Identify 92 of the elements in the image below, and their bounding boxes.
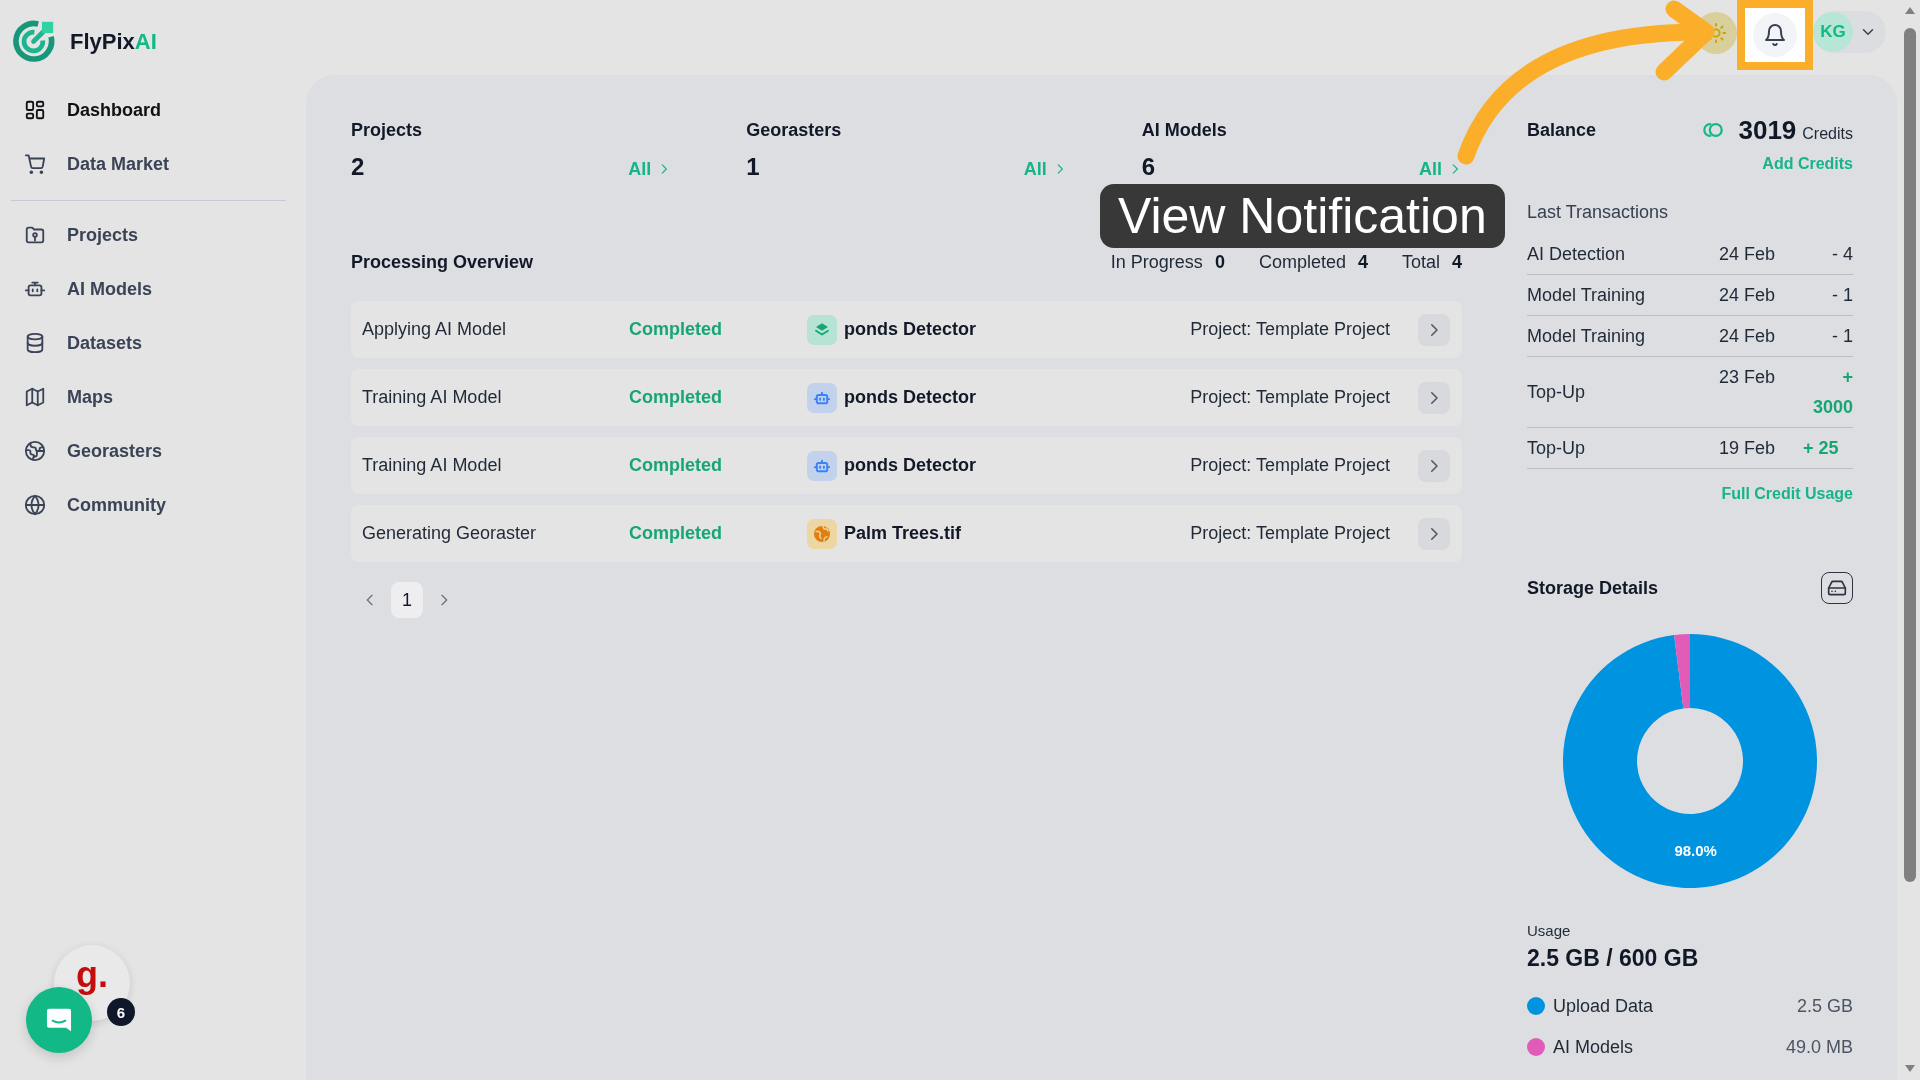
earth-icon [24, 440, 46, 462]
transaction-name: Model Training [1527, 284, 1647, 307]
stat-value: 2 [351, 153, 365, 181]
stat-label: Georasters [746, 119, 843, 141]
item-name: ponds Detector [844, 455, 976, 476]
scroll-down-icon [1904, 1064, 1916, 1074]
open-row-button[interactable] [1418, 449, 1450, 482]
cart-icon [24, 153, 46, 175]
notification-count-badge: 6 [107, 998, 135, 1026]
counter-label: Total [1401, 251, 1440, 273]
project-name: Project: Template Project [1190, 387, 1390, 408]
project-name: Project: Template Project [1190, 319, 1390, 340]
sidebar-item[interactable]: Datasets [11, 316, 286, 370]
robot-icon [807, 450, 837, 481]
task-name: Training AI Model [362, 387, 503, 408]
slice-label: 98.0% [1674, 841, 1717, 859]
robot-icon [807, 382, 837, 413]
sidebar-item[interactable]: Data Market [11, 137, 286, 191]
counter-label: In Progress [1110, 251, 1203, 273]
task-name: Applying AI Model [362, 319, 508, 340]
globe-icon [24, 494, 46, 516]
user-avatar: KG [1813, 12, 1853, 52]
storage-button[interactable] [1821, 572, 1853, 604]
project-name: Project: Template Project [1190, 523, 1390, 544]
tooltip: View Notification [1100, 184, 1505, 248]
transaction-date: 23 Feb [1719, 366, 1777, 389]
section-title: Balance [1527, 119, 1597, 141]
sidebar-item[interactable]: AI Models [11, 262, 286, 316]
transaction-date: 24 Feb [1719, 284, 1777, 307]
sidebar-item[interactable]: Maps [11, 370, 286, 424]
transaction-amount: - 1 [1831, 325, 1853, 348]
sidebar-item[interactable]: Projects [11, 208, 286, 262]
status-label: Completed [629, 455, 723, 476]
open-row-button[interactable] [1418, 517, 1450, 550]
transaction-date: 19 Feb [1719, 437, 1777, 460]
transaction-name: Top-Up [1527, 381, 1587, 404]
status-label: Completed [629, 319, 723, 340]
section-title: Processing Overview [351, 251, 534, 273]
bell-icon [1763, 23, 1787, 47]
transaction-amount: - 4 [1831, 243, 1853, 266]
transaction-date: 24 Feb [1719, 325, 1777, 348]
app-name: FlyPixAI [70, 28, 157, 55]
stat-value: 1 [746, 153, 760, 181]
page-button[interactable]: 1 [391, 582, 423, 618]
credit-balance: 3019 [1738, 114, 1797, 146]
sidebar-item[interactable]: Community [11, 478, 286, 532]
globe-icon [807, 518, 837, 549]
database-icon [24, 332, 46, 354]
map-icon [24, 386, 46, 408]
transaction-amount: - 1 [1831, 284, 1853, 307]
credit-unit: Credits [1802, 124, 1853, 143]
task-name: Generating Georaster [362, 523, 538, 544]
transaction-amount: + 25 [1803, 437, 1840, 460]
transaction-name: AI Detection [1527, 243, 1627, 266]
scrollbar-thumb[interactable] [1904, 28, 1916, 882]
project-name: Project: Template Project [1190, 455, 1390, 476]
stat-label: AI Models [1141, 119, 1228, 141]
legend-value: 2.5 GB [1796, 995, 1853, 1017]
layers-icon [807, 314, 837, 345]
transaction-date: 24 Feb [1719, 243, 1777, 266]
transaction-name: Top-Up [1527, 437, 1587, 460]
counter-value: 0 [1214, 251, 1225, 273]
section-title: Last Transactions [1527, 201, 1670, 224]
stat-value: 6 [1141, 153, 1155, 181]
hard-drive-icon [1827, 578, 1847, 598]
sidebar-item[interactable]: Dashboard [11, 83, 286, 137]
legend-value: 49.0 MB [1785, 1036, 1853, 1058]
open-row-button[interactable] [1418, 381, 1450, 414]
transaction-amount: + 3000 [1811, 366, 1853, 419]
scroll-up-icon [1904, 5, 1916, 15]
usage-label: Usage [1527, 921, 1572, 941]
folder-icon [24, 224, 46, 246]
item-name: ponds Detector [844, 319, 976, 340]
counter-label: Completed [1258, 251, 1346, 273]
item-name: ponds Detector [844, 387, 976, 408]
transaction-name: Model Training [1527, 325, 1647, 348]
open-row-button[interactable] [1418, 313, 1450, 346]
item-name: Palm Trees.tif [844, 523, 962, 544]
counter-value: 4 [1452, 251, 1462, 273]
status-label: Completed [629, 387, 723, 408]
notifications-button[interactable] [1753, 13, 1797, 57]
dashboard-icon [24, 99, 46, 121]
status-label: Completed [629, 523, 723, 544]
logo-icon [11, 19, 56, 64]
task-name: Training AI Model [362, 455, 503, 476]
sidebar-item[interactable]: Georasters [11, 424, 286, 478]
stat-label: Projects [351, 119, 424, 141]
section-title: Storage Details [1527, 577, 1659, 599]
legend-label: AI Models [1553, 1036, 1635, 1058]
counter-value: 4 [1357, 251, 1368, 273]
legend-label: Upload Data [1553, 995, 1655, 1017]
usage-value: 2.5 GB / 600 GB [1527, 944, 1700, 972]
